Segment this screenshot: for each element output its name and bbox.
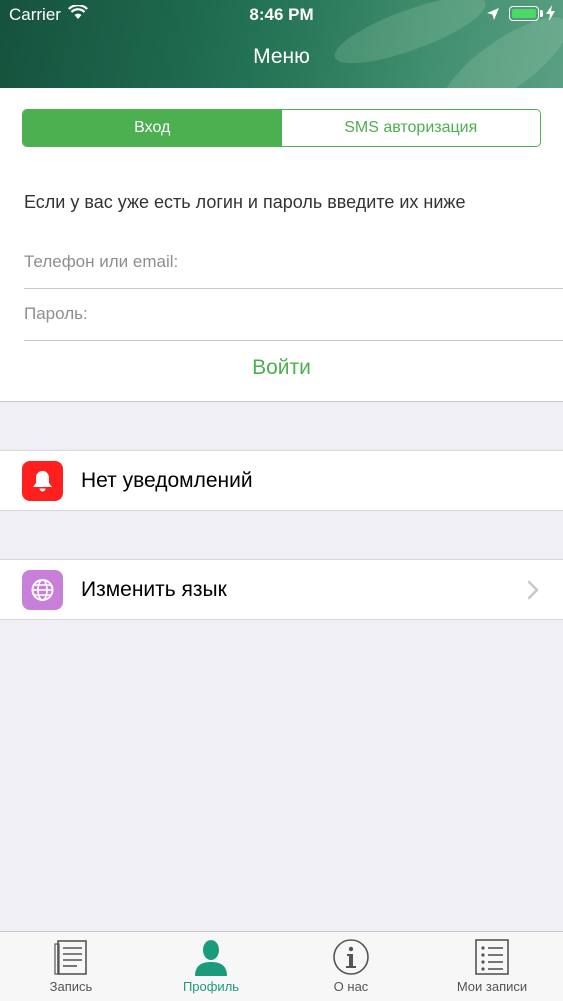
tab-zapis[interactable]: Запись bbox=[1, 932, 141, 1001]
notifications-label: Нет уведомлений bbox=[81, 469, 253, 492]
battery-icon bbox=[509, 6, 539, 21]
globe-icon bbox=[22, 570, 63, 610]
page-title: Меню bbox=[253, 45, 310, 68]
password-input[interactable] bbox=[24, 288, 563, 340]
list-icon bbox=[475, 939, 509, 975]
person-icon bbox=[195, 940, 227, 976]
location-arrow-icon bbox=[486, 6, 500, 26]
change-language-row[interactable]: Изменить язык bbox=[0, 559, 563, 620]
tab-profile[interactable]: Профиль bbox=[141, 932, 281, 1001]
login-button[interactable]: Войти bbox=[0, 356, 563, 380]
segment-login[interactable]: Вход bbox=[23, 110, 282, 146]
bell-icon bbox=[22, 461, 63, 501]
tab-bar: Запись Профиль О нас Мои записи bbox=[0, 931, 563, 1001]
tab-label: О нас bbox=[333, 979, 369, 994]
tab-about[interactable]: О нас bbox=[281, 932, 421, 1001]
phone-email-field bbox=[24, 236, 563, 289]
status-bar: Carrier 8:46 PM bbox=[0, 0, 563, 30]
change-language-label: Изменить язык bbox=[81, 578, 227, 601]
tab-label: Запись bbox=[49, 979, 93, 994]
tab-label: Профиль bbox=[182, 979, 240, 994]
login-hint: Если у вас уже есть логин и пароль введи… bbox=[24, 192, 466, 212]
nav-header: Carrier 8:46 PM Меню bbox=[0, 0, 563, 88]
document-icon bbox=[54, 940, 87, 975]
chevron-right-icon bbox=[527, 580, 539, 605]
tab-my-records[interactable]: Мои записи bbox=[422, 932, 562, 1001]
battery-tip bbox=[540, 10, 543, 17]
segment-sms-auth[interactable]: SMS авторизация bbox=[281, 110, 540, 146]
tab-label: Мои записи bbox=[456, 979, 528, 994]
phone-email-input[interactable] bbox=[24, 236, 563, 288]
login-card: Вход SMS авторизация Если у вас уже есть… bbox=[0, 88, 563, 402]
password-field bbox=[24, 288, 563, 341]
status-time: 8:46 PM bbox=[249, 5, 314, 24]
charging-bolt-icon bbox=[546, 5, 555, 26]
auth-segmented-control: Вход SMS авторизация bbox=[22, 109, 541, 147]
notifications-row[interactable]: Нет уведомлений bbox=[0, 450, 563, 511]
info-icon bbox=[333, 939, 369, 975]
